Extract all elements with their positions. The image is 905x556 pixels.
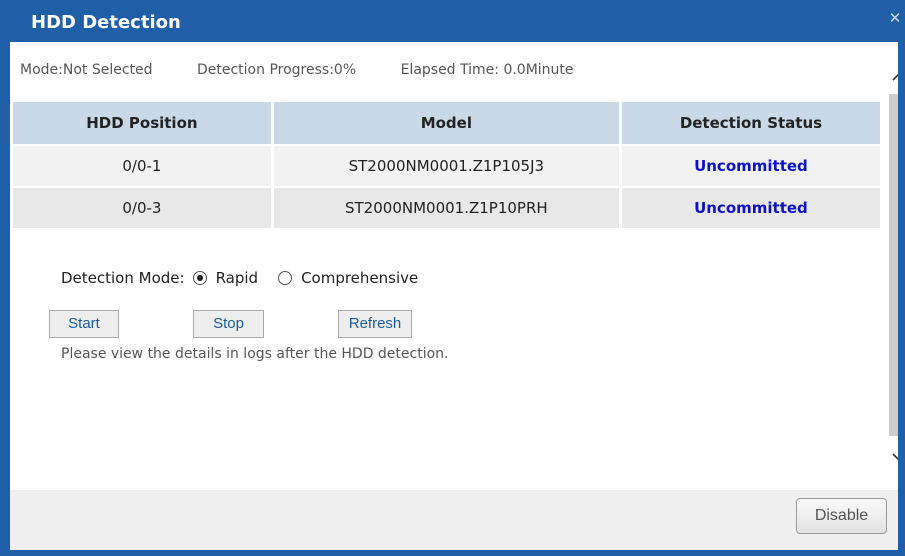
hdd-position-cell: 0/0-3 — [13, 186, 271, 228]
hdd-detection-dialog: HDD Detection ✕ Mode:Not Selected Detect… — [0, 0, 905, 556]
scroll-down-icon[interactable] — [888, 436, 898, 476]
table-row[interactable]: 0/0-3 ST2000NM0001.Z1P10PRH Uncommitted — [13, 186, 880, 228]
model-cell: ST2000NM0001.Z1P10PRH — [273, 186, 619, 228]
vertical-scrollbar[interactable] — [888, 42, 898, 490]
dialog-title: HDD Detection — [31, 12, 181, 33]
scroll-up-icon[interactable] — [888, 56, 898, 96]
title-bar[interactable]: HDD Detection ✕ — [0, 0, 905, 42]
rapid-label: Rapid — [215, 269, 259, 287]
close-icon[interactable]: ✕ — [888, 10, 902, 26]
dialog-content: Mode:Not Selected Detection Progress:0% … — [10, 42, 898, 490]
disable-button[interactable]: Disable — [796, 498, 887, 534]
model-cell: ST2000NM0001.Z1P105J3 — [273, 144, 619, 186]
table-header-row: HDD Position Model Detection Status — [13, 102, 880, 144]
radio-option-comprehensive[interactable]: Comprehensive — [278, 269, 418, 287]
detection-mode-label: Detection Mode: — [61, 269, 185, 287]
hdd-position-cell: 0/0-1 — [13, 144, 271, 186]
detection-hint-text: Please view the details in logs after th… — [61, 346, 449, 362]
column-header-detection-status: Detection Status — [621, 102, 880, 144]
comprehensive-label: Comprehensive — [301, 269, 419, 287]
detection-mode-group: Detection Mode: Rapid Comprehensive — [61, 268, 418, 288]
hdd-table: HDD Position Model Detection Status 0/0-… — [10, 102, 883, 228]
refresh-button[interactable]: Refresh — [338, 310, 412, 338]
stop-button[interactable]: Stop — [193, 310, 264, 338]
radio-option-rapid[interactable]: Rapid — [192, 269, 259, 287]
column-header-model: Model — [273, 102, 619, 144]
detection-status-line: Mode:Not Selected Detection Progress:0% … — [20, 62, 574, 80]
detection-status-cell: Uncommitted — [621, 186, 880, 228]
rapid-radio[interactable] — [192, 271, 207, 285]
table-row[interactable]: 0/0-1 ST2000NM0001.Z1P105J3 Uncommitted — [13, 144, 880, 186]
column-header-hdd-position: HDD Position — [13, 102, 271, 144]
progress-status: Detection Progress:0% — [196, 62, 357, 78]
start-button[interactable]: Start — [49, 310, 119, 338]
dialog-footer: Disable — [10, 490, 898, 550]
detection-status-cell: Uncommitted — [621, 144, 880, 186]
scrollbar-thumb[interactable] — [889, 94, 898, 436]
elapsed-time-status: Elapsed Time: 0.0Minute — [400, 62, 574, 78]
mode-status: Mode:Not Selected — [20, 62, 153, 78]
comprehensive-radio[interactable] — [278, 271, 293, 285]
